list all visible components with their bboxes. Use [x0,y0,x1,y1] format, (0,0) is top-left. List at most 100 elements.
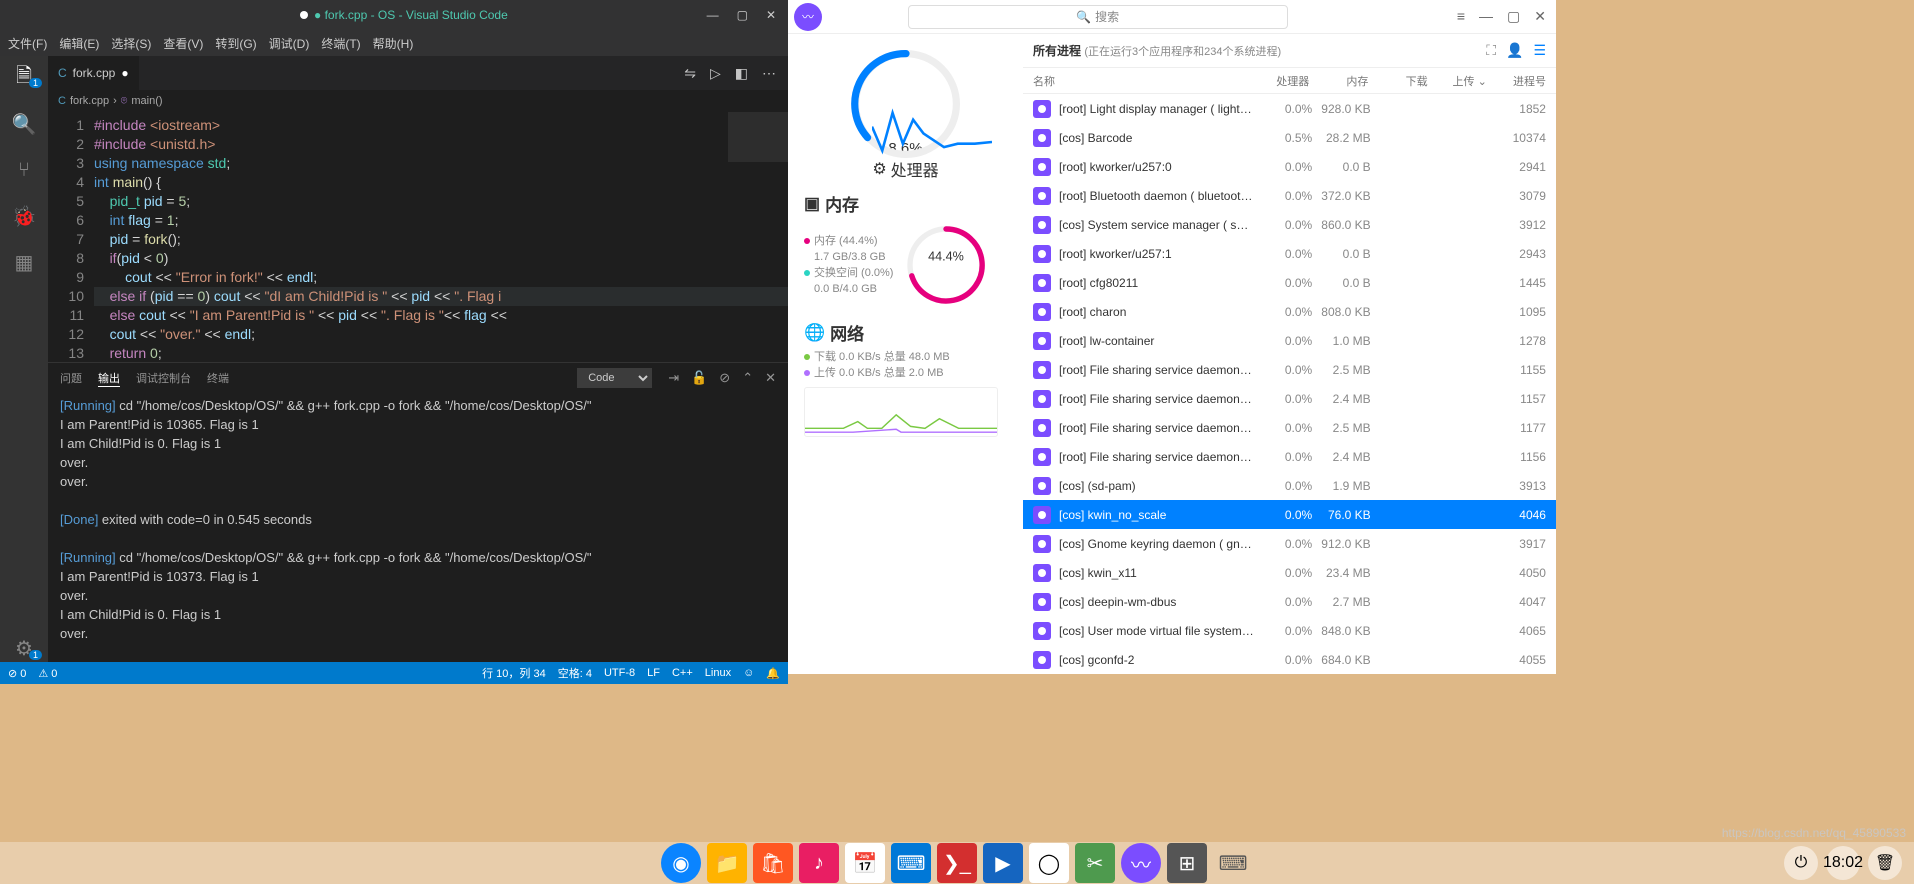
power-icon[interactable]: ⏻ [1784,846,1818,880]
table-row[interactable]: [root] Light display manager ( light… 0.… [1023,94,1556,123]
feedback-icon[interactable]: ☺ [743,667,754,679]
table-row[interactable]: [cos] gconfd-2 0.0% 684.0 KB 4055 [1023,645,1556,674]
menu-item[interactable]: 帮助(H) [373,35,414,52]
terminal-icon[interactable]: ❯_ [937,843,977,883]
app-store-icon[interactable]: 🛍 [753,843,793,883]
menu-item[interactable]: 终端(T) [321,35,360,52]
col-name[interactable]: 名称 [1033,73,1250,89]
search-input[interactable]: 🔍 搜索 [908,5,1288,29]
panel-tab[interactable]: 终端 [207,370,229,386]
vscode-titlebar[interactable]: ● fork.cpp - OS - Visual Studio Code — ▢… [0,0,788,30]
output-content[interactable]: [Running] cd "/home/cos/Desktop/OS/" && … [48,393,788,662]
col-cpu[interactable]: 处理器 [1250,73,1309,89]
bell-icon[interactable]: 🔔 [766,667,780,680]
minimap[interactable] [728,112,788,362]
clear-output-icon[interactable]: ⊘ [719,370,730,386]
col-pid[interactable]: 进程号 [1487,73,1546,89]
status-os[interactable]: Linux [705,667,731,679]
status-warnings[interactable]: ⚠ 0 [38,667,57,680]
table-row[interactable]: [root] File sharing service daemon ( … 0… [1023,413,1556,442]
menu-item[interactable]: 编辑(E) [59,35,99,52]
table-row[interactable]: [root] charon 0.0% 808.0 KB 1095 [1023,297,1556,326]
music-icon[interactable]: ♪ [799,843,839,883]
screenshot-icon[interactable]: ✂ [1075,843,1115,883]
panel-tab[interactable]: 调试控制台 [136,370,191,386]
word-wrap-icon[interactable]: ⇥ [668,370,679,386]
calendar-icon[interactable]: 📅 [845,843,885,883]
close-button[interactable]: ✕ [1534,8,1546,25]
chevron-up-icon[interactable]: ⌃ [742,370,753,386]
minimize-button[interactable]: — [707,8,719,22]
col-download[interactable]: 下载 [1368,73,1427,89]
menu-item[interactable]: 选择(S) [111,35,151,52]
minimize-button[interactable]: — [1479,8,1493,25]
column-headers[interactable]: 名称 处理器 内存 下载 上传 ⌄ 进程号 [1023,68,1556,94]
user-icon[interactable]: 👤 [1506,42,1523,59]
menu-item[interactable]: 调试(D) [269,35,310,52]
table-row[interactable]: [cos] System service manager ( syst… 0.0… [1023,210,1556,239]
table-row[interactable]: [root] lw-container 0.0% 1.0 MB 1278 [1023,326,1556,355]
panel-tab[interactable]: 输出 [98,370,120,387]
breadcrumb[interactable]: C fork.cpp › ⌾ main() [48,90,788,112]
source-control-icon[interactable]: ⑂ [10,156,38,184]
maximize-button[interactable]: ▢ [1507,8,1520,25]
menu-item[interactable]: 查看(V) [163,35,203,52]
status-spaces[interactable]: 空格: 4 [558,665,592,681]
trash-icon[interactable]: 🗑 [1868,846,1902,880]
table-row[interactable]: [root] File sharing service daemon ( … 0… [1023,442,1556,471]
table-row[interactable]: [cos] Gnome keyring daemon ( gno… 0.0% 9… [1023,529,1556,558]
clock-icon[interactable]: 18:02 [1826,846,1860,880]
close-button[interactable]: ✕ [766,8,776,22]
lock-scroll-icon[interactable]: 🔓 [691,370,707,386]
table-row[interactable]: [cos] kwin_no_scale 0.0% 76.0 KB 4046 [1023,500,1556,529]
table-row[interactable]: [root] kworker/u257:0 0.0% 0.0 B 2941 [1023,152,1556,181]
table-row[interactable]: [root] File sharing service daemon ( … 0… [1023,355,1556,384]
maximize-button[interactable]: ▢ [737,8,748,22]
split-editor-icon[interactable]: ◧ [735,65,748,82]
table-row[interactable]: [cos] (sd-pam) 0.0% 1.9 MB 3913 [1023,471,1556,500]
menu-item[interactable]: 文件(F) [8,35,47,52]
more-icon[interactable]: ⋯ [762,65,776,82]
code-editor[interactable]: 1234567891011121314 #include <iostream>#… [48,112,788,362]
expand-icon[interactable]: ⛶ [1486,42,1496,59]
table-row[interactable]: [cos] Barcode 0.5% 28.2 MB 10374 [1023,123,1556,152]
output-channel-select[interactable]: Code [577,368,652,388]
status-encoding[interactable]: UTF-8 [604,667,635,679]
table-row[interactable]: [cos] User mode virtual file system d… 0… [1023,616,1556,645]
search-icon[interactable]: 🔍 [10,110,38,138]
code-content[interactable]: #include <iostream>#include <unistd.h>us… [94,112,788,362]
process-list[interactable]: [root] Light display manager ( light… 0.… [1023,94,1556,674]
table-row[interactable]: [root] kworker/u257:1 0.0% 0.0 B 2943 [1023,239,1556,268]
menu-item[interactable]: 转到(G) [215,35,256,52]
explorer-icon[interactable]: 🗎1 [10,64,38,92]
panel-tab[interactable]: 问题 [60,370,82,386]
table-row[interactable]: [root] Bluetooth daemon ( bluetoot… 0.0%… [1023,181,1556,210]
system-monitor-icon[interactable]: 〰 [1121,843,1161,883]
file-manager-icon[interactable]: 📁 [707,843,747,883]
table-row[interactable]: [cos] kwin_x11 0.0% 23.4 MB 4050 [1023,558,1556,587]
list-view-icon[interactable]: ☰ [1533,42,1546,59]
compare-icon[interactable]: ⇋ [684,65,696,82]
calculator-icon[interactable]: ⊞ [1167,843,1207,883]
extensions-icon[interactable]: ▦ [10,248,38,276]
col-upload[interactable]: 上传 ⌄ [1428,73,1487,89]
vscode-icon[interactable]: ⌨ [891,843,931,883]
debug-icon[interactable]: 🐞 [10,202,38,230]
keyboard-icon[interactable]: ⌨ [1213,843,1253,883]
status-cursor-pos[interactable]: 行 10，列 34 [482,665,546,681]
video-icon[interactable]: ▶ [983,843,1023,883]
status-language[interactable]: C++ [672,667,693,679]
col-memory[interactable]: 内存 [1309,73,1368,89]
run-icon[interactable]: ▷ [710,65,721,82]
table-row[interactable]: [cos] deepin-wm-dbus 0.0% 2.7 MB 4047 [1023,587,1556,616]
sysmon-titlebar[interactable]: 〰 🔍 搜索 ≡ — ▢ ✕ [788,0,1556,34]
close-panel-icon[interactable]: ✕ [765,370,776,386]
status-errors[interactable]: ⊘ 0 [8,667,26,680]
table-row[interactable]: [root] cfg80211 0.0% 0.0 B 1445 [1023,268,1556,297]
launcher-icon[interactable]: ◉ [661,843,701,883]
menu-icon[interactable]: ≡ [1457,8,1465,25]
table-row[interactable]: [root] File sharing service daemon ( … 0… [1023,384,1556,413]
chrome-icon[interactable]: ◯ [1029,843,1069,883]
settings-gear-icon[interactable]: ⚙1 [10,634,38,662]
tab-fork-cpp[interactable]: C fork.cpp ● [48,56,139,90]
